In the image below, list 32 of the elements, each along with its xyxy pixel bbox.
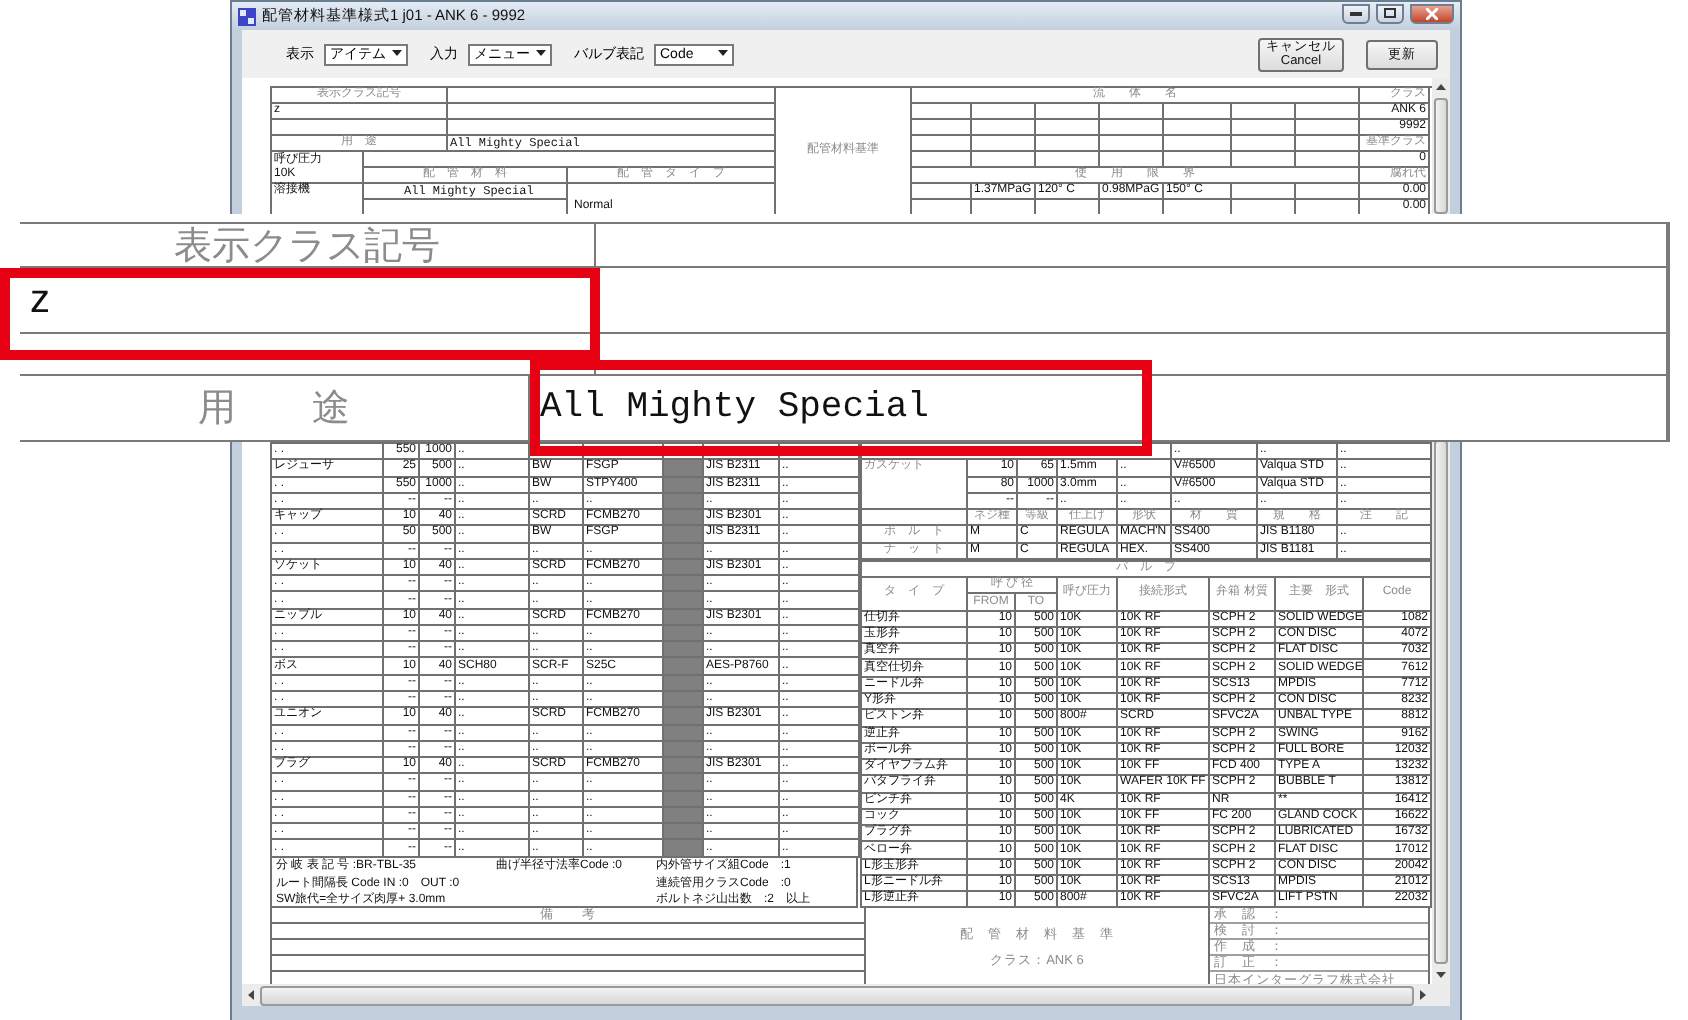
shaded-cell: [664, 758, 704, 775]
minimize-button[interactable]: [1342, 3, 1370, 23]
down-arrow-icon[interactable]: [1436, 972, 1446, 978]
caret-icon: [536, 50, 546, 58]
shaded-cell: [664, 642, 704, 659]
shaded-cell: [664, 840, 704, 858]
shaded-cell: [664, 592, 704, 610]
shaded-cell: [664, 576, 704, 593]
caret-icon: [392, 50, 402, 58]
shaded-cell: [664, 824, 704, 841]
scrollbar-thumb[interactable]: [1434, 440, 1448, 964]
scrollbar-thumb[interactable]: [1434, 98, 1448, 214]
shaded-cell: [664, 526, 704, 544]
maximize-button[interactable]: [1376, 3, 1404, 23]
vertical-scrollbar[interactable]: [1432, 440, 1450, 984]
up-arrow-icon[interactable]: [1436, 84, 1446, 90]
left-arrow-icon[interactable]: [248, 990, 254, 1000]
vertical-scrollbar[interactable]: [1432, 78, 1450, 214]
close-icon: [1426, 7, 1438, 19]
shaded-cell: [664, 510, 704, 527]
app-icon: [238, 7, 256, 25]
right-arrow-icon[interactable]: [1420, 990, 1426, 1000]
caret-icon: [718, 50, 728, 58]
maximize-icon: [1384, 8, 1396, 18]
column-header: 表示クラス記号: [20, 224, 596, 268]
close-button[interactable]: [1410, 3, 1454, 23]
shaded-cell: [664, 658, 704, 676]
minimize-icon: [1350, 11, 1362, 15]
shaded-cell: [664, 774, 704, 792]
shaded-cell: [664, 460, 704, 478]
table-cell: 用 途: [20, 376, 530, 442]
shaded-cell: [664, 708, 704, 726]
